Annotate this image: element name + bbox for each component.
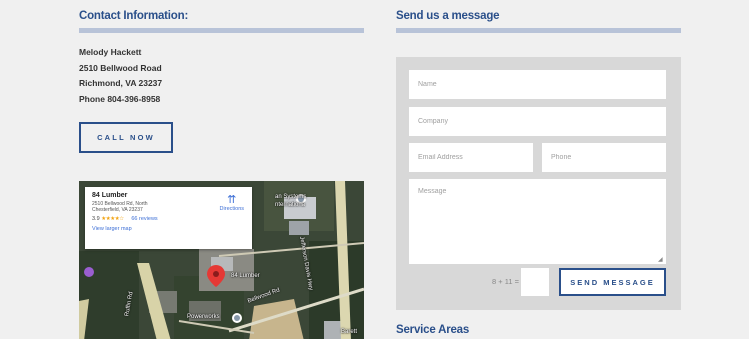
email-input[interactable] bbox=[409, 143, 533, 172]
call-now-button[interactable]: CALL NOW bbox=[79, 122, 173, 153]
map-rating-stars: ★★★★☆ bbox=[101, 216, 124, 222]
map-rating: 3.9 ★★★★☆ 66 reviews bbox=[92, 216, 245, 222]
contact-city: Richmond, VA 23237 bbox=[79, 78, 163, 88]
company-input[interactable] bbox=[409, 107, 666, 136]
name-input[interactable] bbox=[409, 70, 666, 99]
map-embed[interactable]: 84 Lumber Bellwood Rd an Systems nternat… bbox=[79, 181, 364, 339]
map-label-international: nternationa bbox=[275, 202, 306, 208]
resize-grip-icon[interactable]: ◢ bbox=[658, 256, 663, 263]
message-title-bar bbox=[396, 28, 681, 33]
map-label-lumber: 84 Lumber bbox=[231, 273, 260, 279]
captcha-input[interactable] bbox=[521, 268, 549, 296]
contact-form: ◢ 8 + 11 = SEND MESSAGE bbox=[396, 57, 681, 310]
captcha-question: 8 + 11 = bbox=[492, 277, 519, 286]
map-label-systems: an Systems bbox=[275, 194, 307, 200]
contact-title-bar bbox=[79, 28, 364, 33]
view-larger-map-link[interactable]: View larger map bbox=[92, 226, 245, 232]
service-areas-title: Service Areas bbox=[396, 324, 470, 336]
contact-name: Melody Hackett bbox=[79, 47, 142, 57]
map-label-powerworks: Powerworks bbox=[187, 314, 220, 320]
map-place-card: 84 Lumber 2510 Bellwood Rd, North Cheste… bbox=[85, 187, 252, 249]
map-reviews-link[interactable]: 66 reviews bbox=[131, 216, 157, 222]
directions-label: Directions bbox=[219, 206, 244, 212]
contact-phone: Phone 804-396-8958 bbox=[79, 93, 161, 104]
directions-link[interactable]: ⇈ Directions bbox=[220, 194, 244, 212]
map-address-line2: Chesterfield, VA 23237 bbox=[92, 207, 143, 213]
contact-street: 2510 Bellwood Road bbox=[79, 62, 162, 73]
directions-icon: ⇈ bbox=[227, 194, 237, 206]
message-textarea[interactable] bbox=[409, 179, 666, 264]
map-label-barett: Barett bbox=[341, 329, 358, 335]
send-message-button[interactable]: SEND MESSAGE bbox=[559, 268, 666, 296]
contact-info: Melody Hackett 2510 Bellwood Road Richmo… bbox=[79, 45, 162, 107]
message-title: Send us a message bbox=[396, 10, 500, 22]
contact-title: Contact Information: bbox=[79, 10, 189, 22]
map-rating-value: 3.9 bbox=[92, 216, 100, 222]
phone-input[interactable] bbox=[542, 143, 666, 172]
map-place-address: 2510 Bellwood Rd, North Chesterfield, VA… bbox=[92, 201, 202, 213]
